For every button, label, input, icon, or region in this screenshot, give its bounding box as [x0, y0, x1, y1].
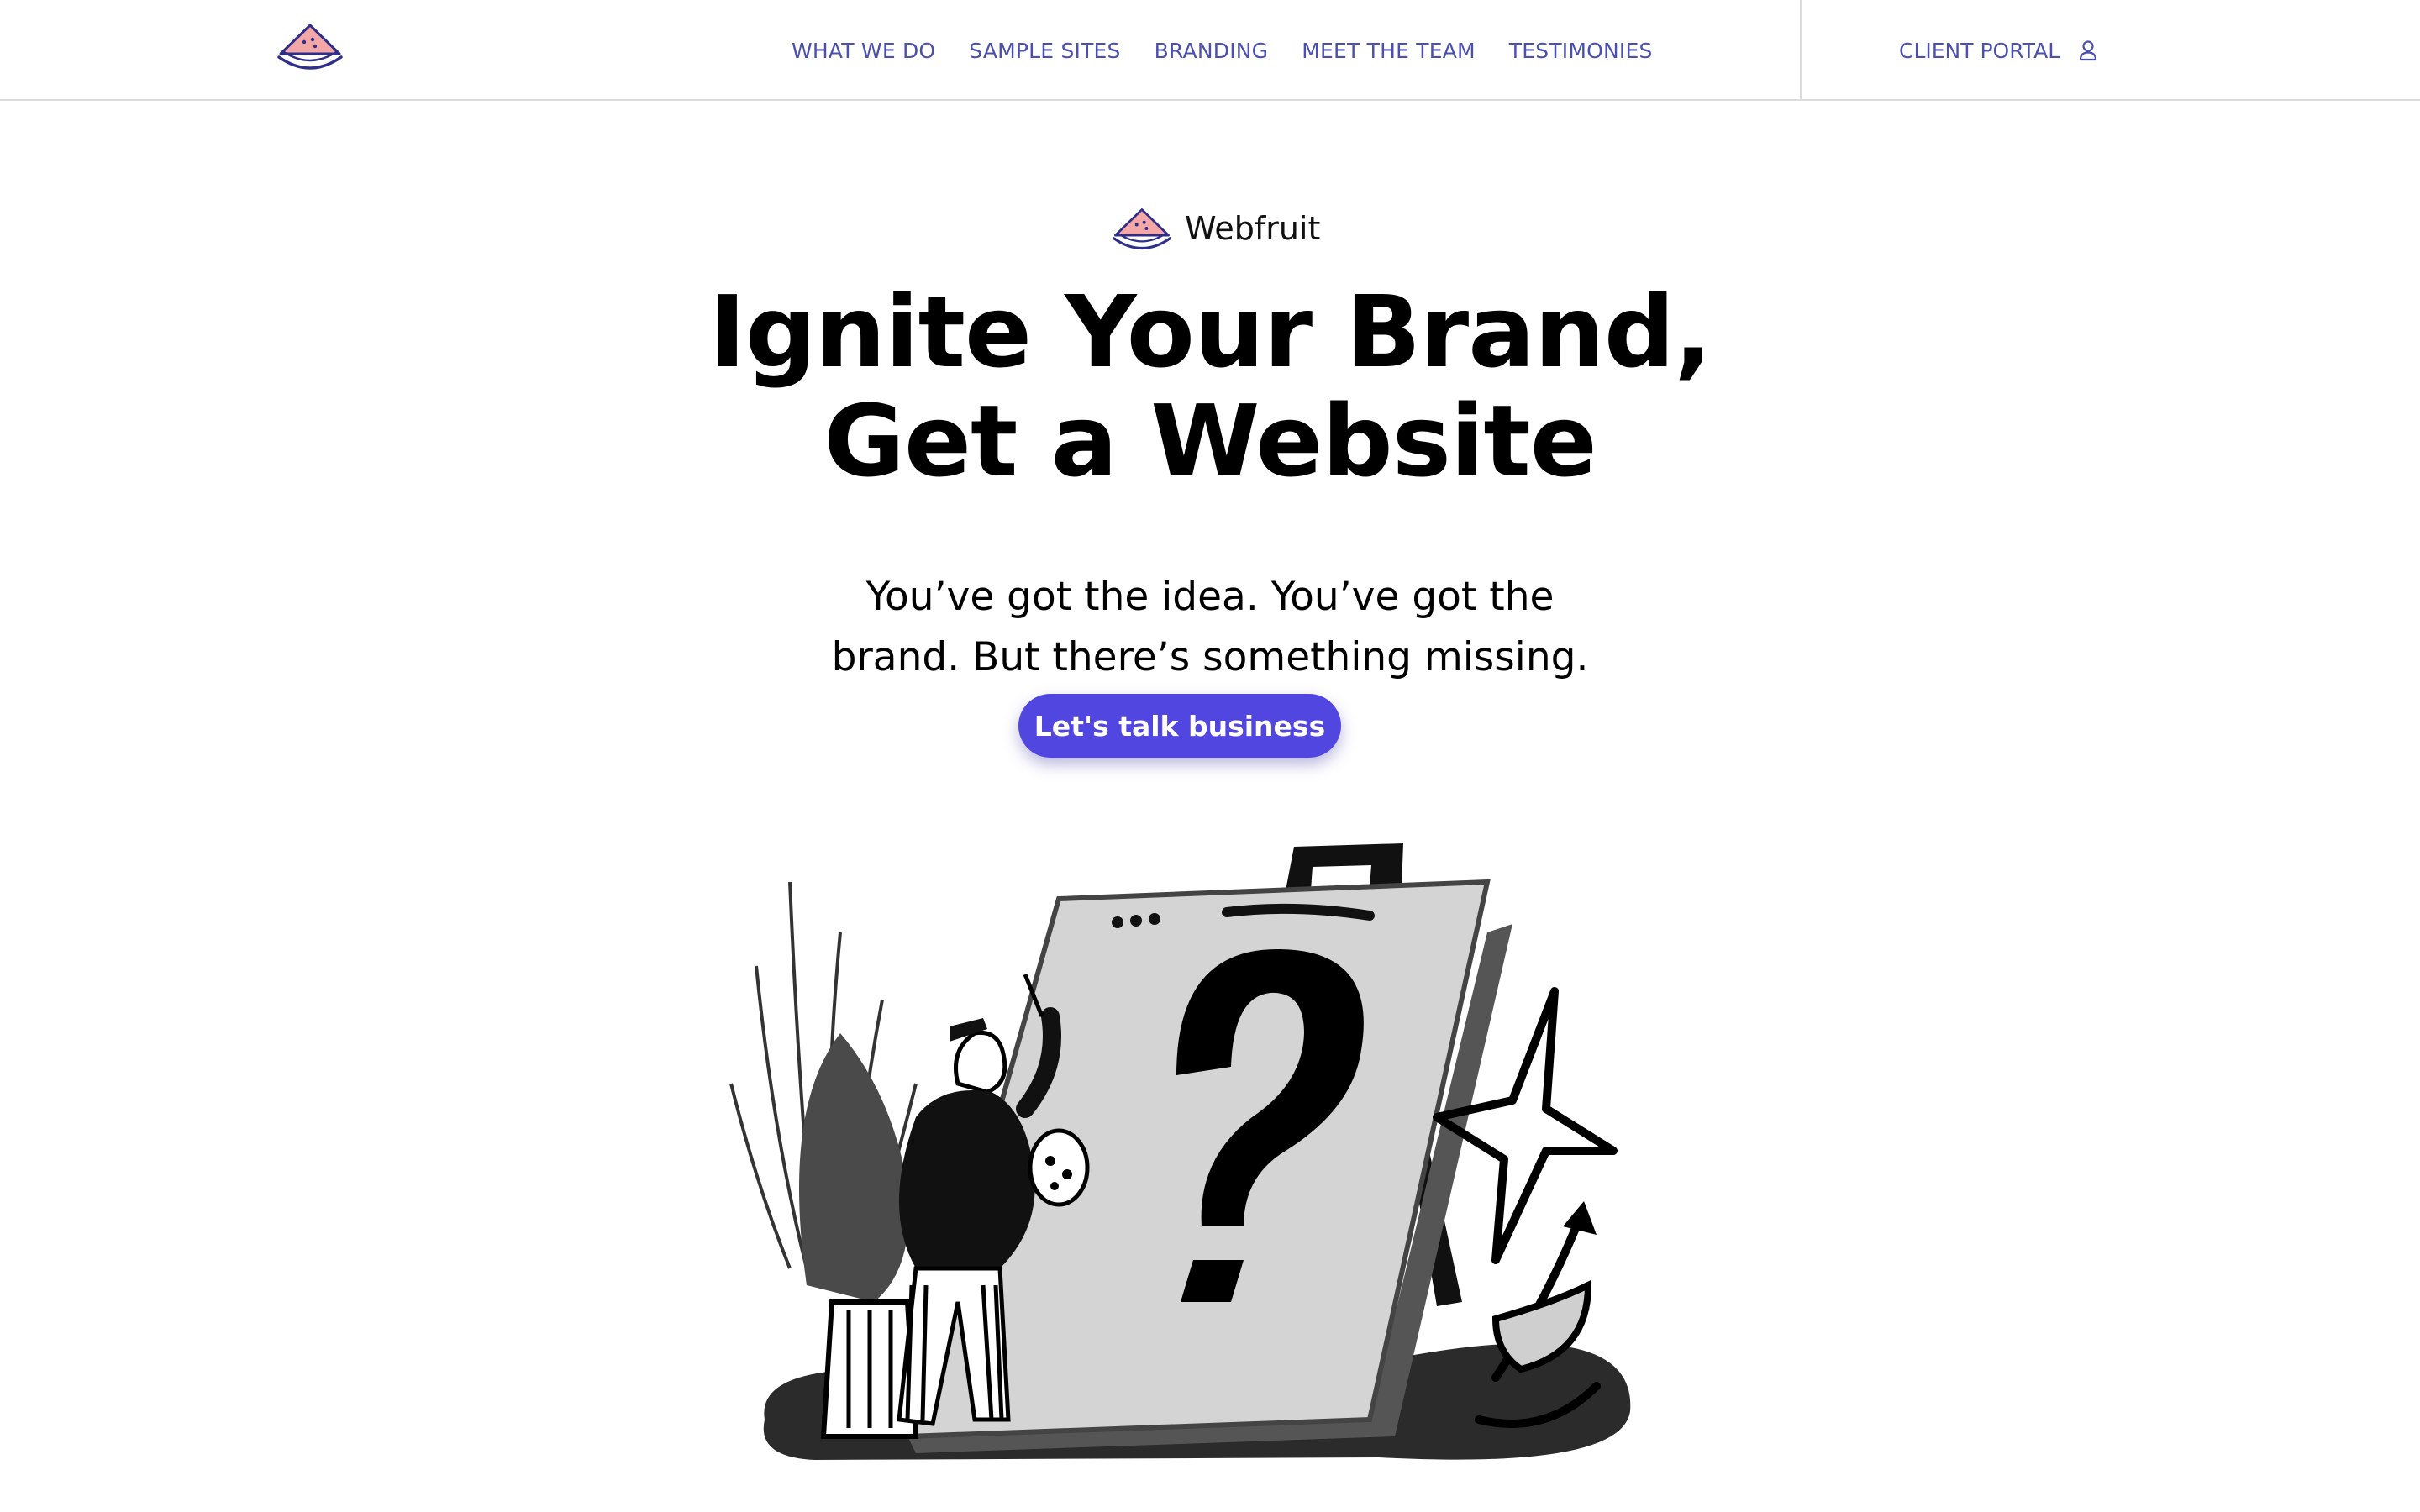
- nav-testimonies[interactable]: TESTIMONIES: [1509, 39, 1653, 63]
- user-icon: [2078, 39, 2098, 61]
- hero-title: Ignite Your Brand, Get a Website: [0, 277, 2420, 496]
- hero-subtitle-line-2: brand. But there’s something missing.: [831, 634, 1589, 680]
- site-header: WHAT WE DO SAMPLE SITES BRANDING MEET TH…: [0, 0, 2420, 101]
- main-nav: WHAT WE DO SAMPLE SITES BRANDING MEET TH…: [792, 0, 1653, 101]
- hero-subtitle-line-1: You’ve got the idea. You’ve got the: [865, 574, 1555, 620]
- nav-what-we-do[interactable]: WHAT WE DO: [792, 39, 935, 63]
- lets-talk-business-button[interactable]: Let's talk business: [1018, 694, 1341, 758]
- header-divider: [1800, 0, 1802, 101]
- watermelon-slice-icon: [1111, 205, 1173, 252]
- nav-meet-the-team[interactable]: MEET THE TEAM: [1302, 39, 1476, 63]
- brand-name: Webfruit: [1185, 210, 1321, 247]
- watermelon-logo-icon[interactable]: [276, 20, 345, 72]
- nav-sample-sites[interactable]: SAMPLE SITES: [969, 39, 1120, 63]
- hero-illustration: [706, 832, 1664, 1470]
- hero-title-line-1: Ignite Your Brand,: [708, 274, 1712, 390]
- hero-title-line-2: Get a Website: [823, 383, 1597, 499]
- hero-subtitle: You’ve got the idea. You’ve got the bran…: [790, 567, 1630, 688]
- brand-lockup: Webfruit: [1111, 205, 1320, 252]
- client-portal-link[interactable]: CLIENT PORTAL: [1899, 0, 2098, 101]
- nav-branding[interactable]: BRANDING: [1155, 39, 1269, 63]
- client-portal-label: CLIENT PORTAL: [1899, 38, 2060, 63]
